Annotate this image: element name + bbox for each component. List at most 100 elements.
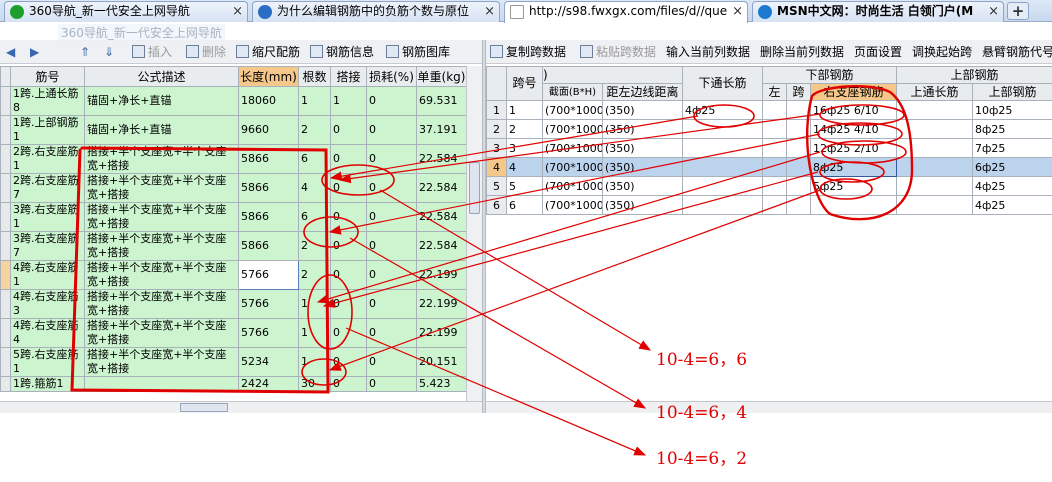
count-cell[interactable]: 30 [298, 376, 331, 392]
weight-cell[interactable]: 22.199 [416, 260, 467, 290]
upper-rebar-cell[interactable]: 7ф25 [972, 138, 1052, 158]
span-rebar-cell[interactable] [786, 157, 811, 177]
right-support-cell[interactable] [809, 195, 898, 215]
row-number[interactable]: 5 [486, 176, 507, 196]
upper-through-cell[interactable] [896, 138, 974, 158]
weight-cell[interactable]: 22.584 [416, 144, 467, 174]
weight-cell[interactable]: 22.584 [416, 231, 467, 261]
row-header[interactable] [0, 289, 11, 319]
column-header[interactable]: 截面(B*H) [542, 83, 603, 101]
lap-cell[interactable]: 0 [330, 347, 367, 377]
upper-rebar-cell[interactable]: 10ф25 [972, 100, 1052, 120]
upper-through-cell[interactable] [896, 176, 974, 196]
loss-cell[interactable]: 0 [366, 86, 417, 116]
table-row[interactable]: 1 1 (700*1000 (350) 4ф25 16ф25 6/10 10ф2… [486, 100, 1052, 120]
table-row[interactable]: 1跨.上通长筋8 锚固+净长+直锚 18060 1 1 0 69.531 [0, 86, 467, 116]
column-header[interactable]: 长度(mm) [238, 66, 299, 87]
row-number[interactable]: 6 [486, 195, 507, 215]
right-horizontal-scrollbar[interactable] [486, 401, 1052, 413]
length-cell[interactable]: 5766 [238, 318, 299, 348]
close-tab-icon[interactable]: × [232, 2, 243, 21]
span-cell[interactable]: 2 [506, 119, 543, 139]
rebar-id-cell[interactable]: 3跨.右支座筋1 [10, 202, 85, 232]
column-header[interactable]: 上通长筋 [896, 83, 974, 101]
column-header[interactable]: 距左边线距离 [602, 83, 683, 101]
lower-through-cell[interactable] [682, 157, 763, 177]
table-row[interactable]: 3 3 (700*1000 (350) 12ф25 2/10 7ф25 [486, 138, 1052, 158]
loss-cell[interactable]: 0 [366, 289, 417, 319]
weight-cell[interactable]: 20.151 [416, 347, 467, 377]
row-header[interactable] [0, 202, 11, 232]
table-row[interactable]: 5跨.右支座筋1 搭接+半个支座宽+半个支座宽+搭接 5234 1 0 0 20… [0, 347, 467, 377]
formula-cell[interactable]: 搭接+半个支座宽+半个支座宽+搭接 [84, 347, 239, 377]
upper-through-cell[interactable] [896, 195, 974, 215]
rebar-id-cell[interactable]: 2跨.右支座筋7 [10, 173, 85, 203]
row-header[interactable] [0, 318, 11, 348]
lap-cell[interactable]: 0 [330, 376, 367, 392]
lap-cell[interactable]: 0 [330, 318, 367, 348]
weight-cell[interactable]: 22.199 [416, 289, 467, 319]
count-cell[interactable]: 2 [298, 115, 331, 145]
column-header[interactable]: 左 [762, 83, 787, 101]
rebar-id-cell[interactable]: 1跨.箍筋1 [10, 376, 85, 392]
rebar-id-cell[interactable]: 5跨.右支座筋1 [10, 347, 85, 377]
rebar-info-button[interactable]: 钢筋信息 [310, 43, 374, 61]
weight-cell[interactable]: 22.584 [416, 173, 467, 203]
weight-cell[interactable]: 22.584 [416, 202, 467, 232]
swap-start-span-button[interactable]: 调换起始跨 [912, 43, 972, 61]
lower-through-cell[interactable] [682, 119, 763, 139]
lower-through-cell[interactable]: 4ф25 [682, 100, 763, 120]
scrollbar-thumb[interactable] [469, 162, 480, 214]
length-cell[interactable]: 5866 [238, 173, 299, 203]
move-down-icon[interactable]: ⇓ [104, 45, 114, 59]
span-cell[interactable]: 4 [506, 157, 543, 177]
formula-cell[interactable]: 搭接+半个支座宽+半个支座宽+搭接 [84, 260, 239, 290]
scale-rebar-button[interactable]: 缩尺配筋 [236, 43, 300, 61]
count-cell[interactable]: 6 [298, 144, 331, 174]
formula-cell[interactable]: 搭接+半个支座宽+半个支座宽+搭接 [84, 318, 239, 348]
count-cell[interactable]: 2 [298, 260, 331, 290]
column-header[interactable]: 上部钢筋 [972, 83, 1052, 101]
count-cell[interactable]: 1 [298, 86, 331, 116]
browser-tab[interactable]: 为什么编辑钢筋中的负筋个数与原位 × [252, 1, 500, 22]
section-cell[interactable]: (700*1000 [542, 119, 603, 139]
span-rebar-cell[interactable] [786, 176, 811, 196]
section-cell[interactable]: (700*1000 [542, 138, 603, 158]
formula-cell[interactable]: 锚固+净长+直锚 [84, 86, 239, 116]
formula-cell[interactable]: 搭接+半个支座宽+半个支座宽+搭接 [84, 144, 239, 174]
copy-span-button[interactable]: 复制跨数据 [490, 43, 566, 61]
length-cell[interactable]: 2424 [238, 376, 299, 392]
page-setup-button[interactable]: 页面设置 [854, 43, 902, 61]
loss-cell[interactable]: 0 [366, 115, 417, 145]
rebar-id-cell[interactable]: 4跨.右支座筋4 [10, 318, 85, 348]
left-support-cell[interactable] [762, 176, 787, 196]
loss-cell[interactable]: 0 [366, 202, 417, 232]
rebar-id-cell[interactable]: 1跨.上通长筋8 [10, 86, 85, 116]
distance-cell[interactable]: (350) [602, 157, 683, 177]
delete-column-button[interactable]: 删除当前列数据 [760, 43, 844, 61]
count-cell[interactable]: 6 [298, 202, 331, 232]
loss-cell[interactable]: 0 [366, 173, 417, 203]
table-row[interactable]: 4跨.右支座筋4 搭接+半个支座宽+半个支座宽+搭接 5766 1 0 0 22… [0, 318, 467, 348]
left-support-cell[interactable] [762, 119, 787, 139]
table-row[interactable]: 5 5 (700*1000 (350) 5ф25 4ф25 [486, 176, 1052, 196]
left-horizontal-scrollbar[interactable] [0, 401, 482, 413]
close-tab-icon[interactable]: × [732, 2, 743, 21]
section-cell[interactable]: (700*1000 [542, 157, 603, 177]
lower-through-cell[interactable] [682, 138, 763, 158]
row-header[interactable] [0, 376, 11, 392]
browser-tab-active[interactable]: http://s98.fwxgx.com/files/d//que × [504, 1, 748, 23]
column-header[interactable]: 单重(kg) [416, 66, 467, 87]
length-cell[interactable]: 18060 [238, 86, 299, 116]
formula-cell[interactable]: 搭接+半个支座宽+半个支座宽+搭接 [84, 202, 239, 232]
count-cell[interactable]: 4 [298, 173, 331, 203]
new-tab-button[interactable]: + [1007, 2, 1029, 20]
loss-cell[interactable]: 0 [366, 318, 417, 348]
column-header[interactable]: ) [542, 66, 683, 84]
distance-cell[interactable]: (350) [602, 176, 683, 196]
table-row[interactable]: 2跨.右支座筋1 搭接+半个支座宽+半个支座宽+搭接 5866 6 0 0 22… [0, 144, 467, 174]
table-row[interactable]: 3跨.右支座筋7 搭接+半个支座宽+半个支座宽+搭接 5866 2 0 0 22… [0, 231, 467, 261]
rebar-id-cell[interactable]: 2跨.右支座筋1 [10, 144, 85, 174]
upper-rebar-cell[interactable]: 8ф25 [972, 119, 1052, 139]
loss-cell[interactable]: 0 [366, 231, 417, 261]
